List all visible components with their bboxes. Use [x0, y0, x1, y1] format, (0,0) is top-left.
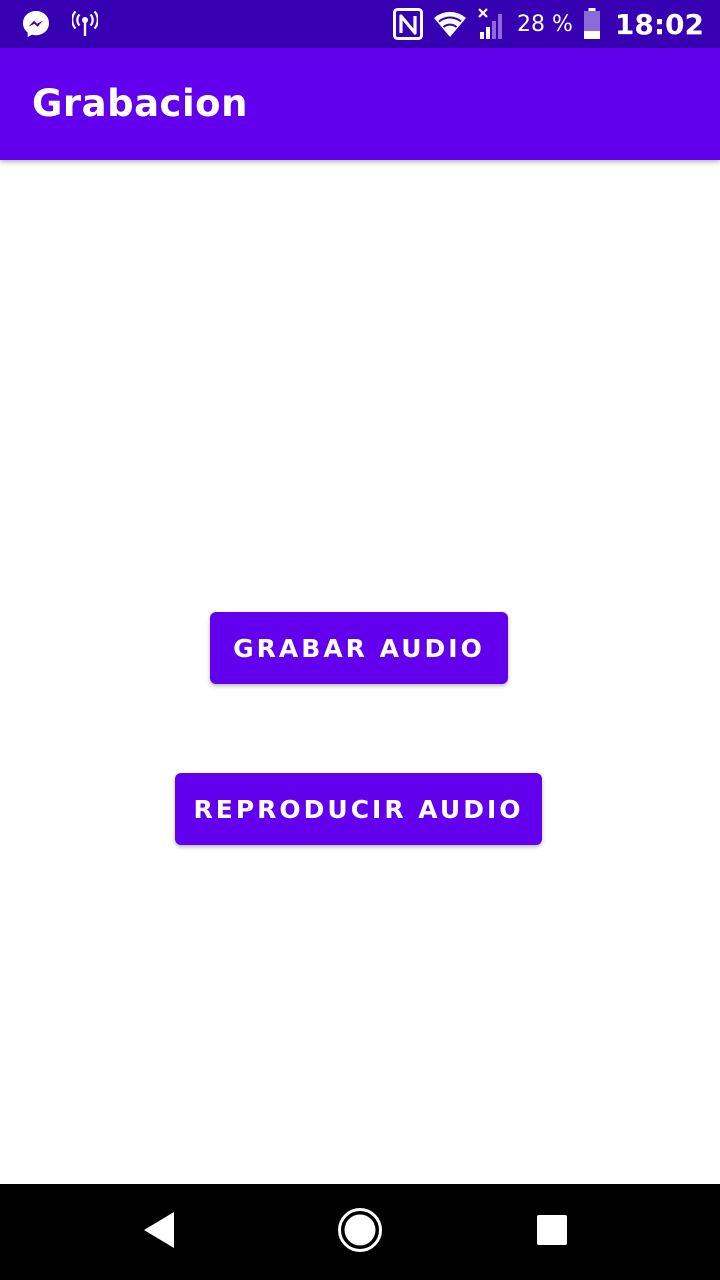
app-bar: Grabacion: [0, 48, 720, 160]
messenger-icon: [20, 8, 52, 40]
navigation-bar: [0, 1184, 720, 1280]
status-left-icons: [20, 8, 98, 40]
status-bar: 28 % 18:02: [0, 0, 720, 48]
wifi-icon: [433, 9, 467, 39]
recents-icon: [536, 1214, 568, 1250]
status-right-icons: 28 % 18:02: [392, 6, 704, 42]
cell-signal-icon: [477, 8, 507, 40]
page-title: Grabacion: [32, 82, 248, 125]
home-icon: [337, 1207, 383, 1257]
play-audio-button[interactable]: REPRODUCIR AUDIO: [175, 773, 542, 845]
hotspot-icon: [72, 10, 98, 38]
battery-icon: [583, 8, 601, 40]
status-time: 18:02: [614, 7, 704, 41]
nfc-icon: [392, 8, 423, 40]
back-button[interactable]: [110, 1184, 210, 1280]
battery-percent: 28 %: [516, 11, 573, 37]
home-button[interactable]: [310, 1184, 410, 1280]
record-audio-button[interactable]: GRABAR AUDIO: [210, 612, 508, 684]
recents-button[interactable]: [502, 1184, 602, 1280]
back-icon: [140, 1210, 180, 1254]
